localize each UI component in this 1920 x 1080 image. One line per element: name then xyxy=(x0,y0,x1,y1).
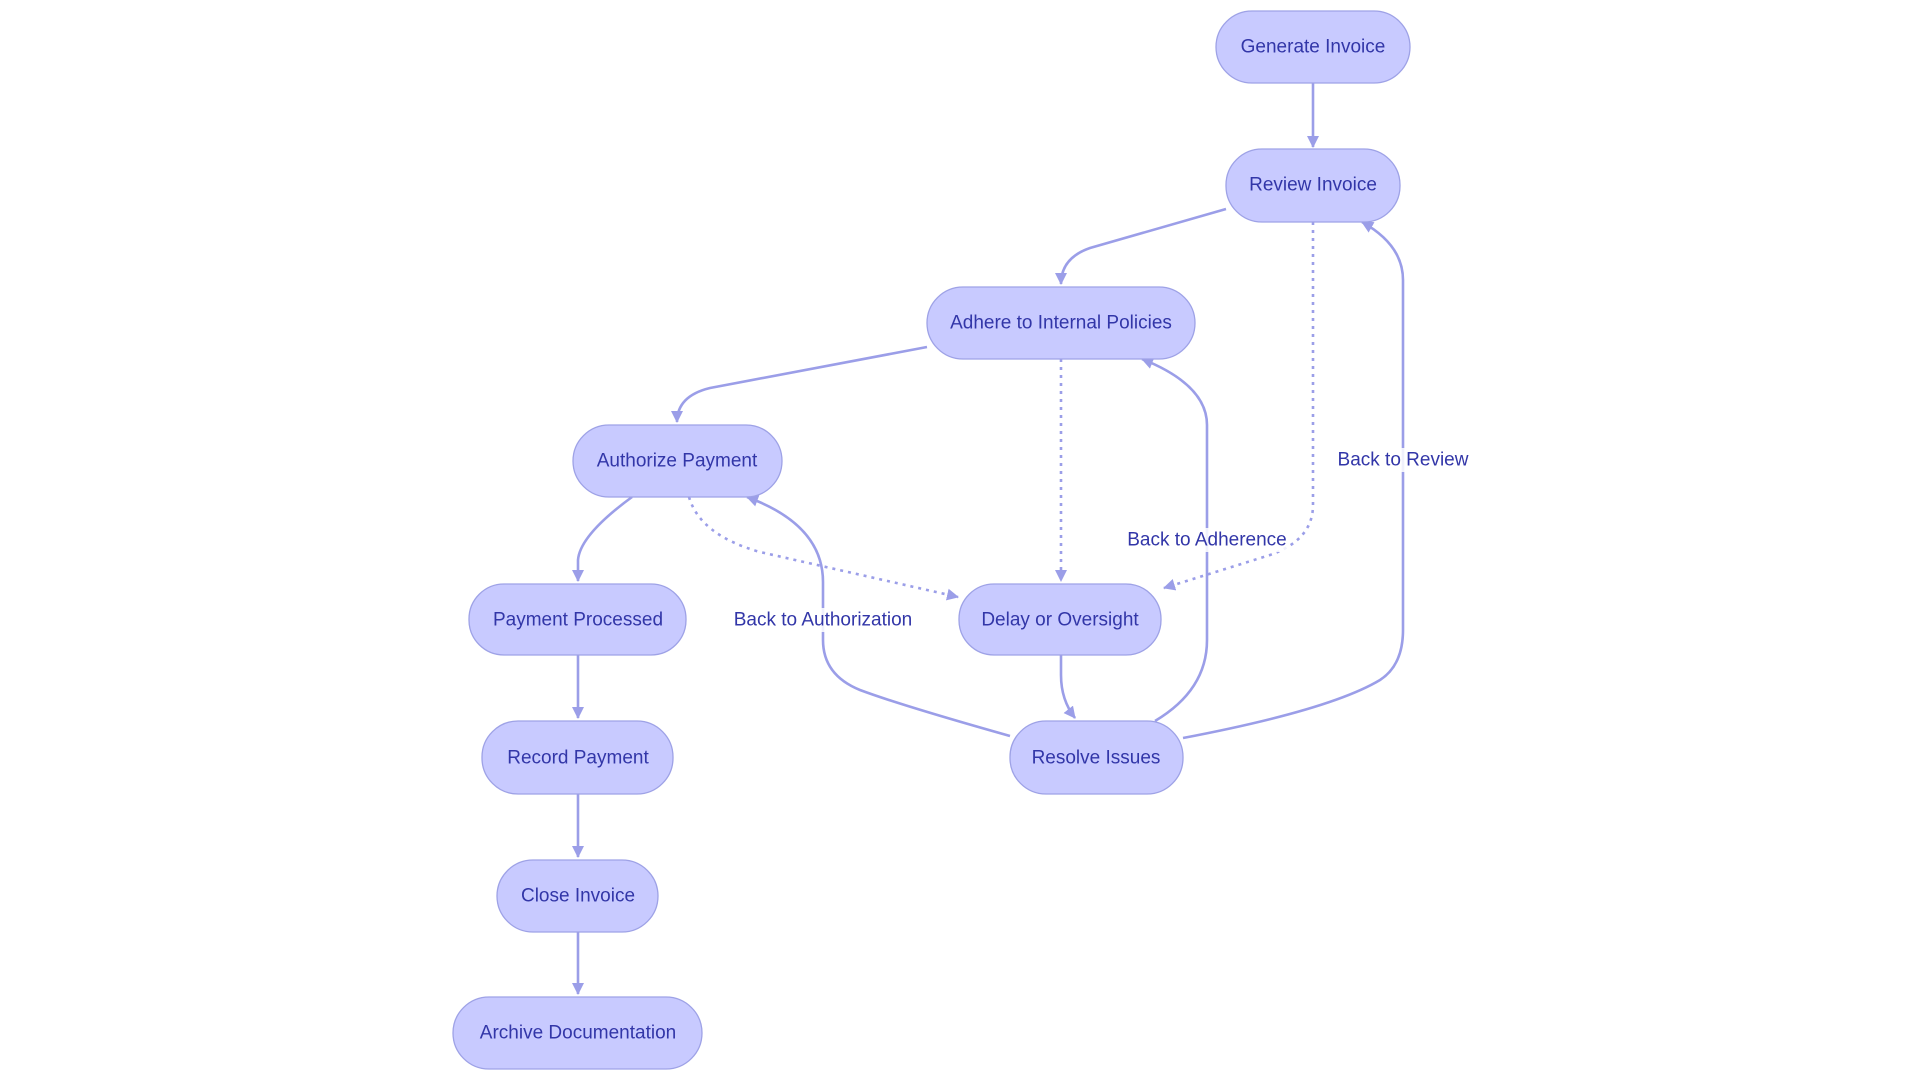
edge-label-back-to-authorization: Back to Authorization xyxy=(728,608,918,632)
node-archive-documentation[interactable]: Archive Documentation xyxy=(452,996,703,1070)
node-label: Resolve Issues xyxy=(1032,748,1161,769)
edge-adhere-to-authorize xyxy=(671,345,928,423)
edge-label-text: Back to Authorization xyxy=(734,610,913,631)
edge-label-back-to-review: Back to Review xyxy=(1336,448,1470,472)
node-label: Close Invoice xyxy=(521,886,635,907)
node-label: Generate Invoice xyxy=(1241,37,1386,58)
edge-label-back-to-adherence: Back to Adherence xyxy=(1127,528,1287,552)
edge-label-text: Back to Review xyxy=(1338,450,1469,471)
node-resolve-issues[interactable]: Resolve Issues xyxy=(1009,720,1184,795)
node-generate-invoice[interactable]: Generate Invoice xyxy=(1215,10,1411,84)
edge-label-text: Back to Adherence xyxy=(1127,530,1287,551)
node-label: Payment Processed xyxy=(493,610,663,631)
edge-delay-to-resolve xyxy=(1059,655,1077,719)
node-authorize-payment[interactable]: Authorize Payment xyxy=(572,424,783,498)
node-close-invoice[interactable]: Close Invoice xyxy=(496,859,659,933)
flowchart-canvas: Back to Review Back to Adherence Back to… xyxy=(452,10,1470,1070)
edge-review-to-adhere xyxy=(1055,207,1227,285)
node-label: Archive Documentation xyxy=(480,1023,676,1044)
node-adhere-to-internal-policies[interactable]: Adhere to Internal Policies xyxy=(926,286,1196,360)
node-label: Review Invoice xyxy=(1249,175,1377,196)
node-payment-processed[interactable]: Payment Processed xyxy=(468,583,687,656)
edge-resolve-to-review xyxy=(1182,220,1405,740)
edge-authorize-to-processed xyxy=(572,495,633,582)
node-delay-or-oversight[interactable]: Delay or Oversight xyxy=(958,583,1162,656)
node-label: Authorize Payment xyxy=(597,451,758,472)
node-label: Adhere to Internal Policies xyxy=(950,313,1172,334)
node-label: Delay or Oversight xyxy=(981,610,1139,631)
node-review-invoice[interactable]: Review Invoice xyxy=(1225,148,1401,223)
node-record-payment[interactable]: Record Payment xyxy=(481,720,674,795)
node-label: Record Payment xyxy=(507,748,649,769)
